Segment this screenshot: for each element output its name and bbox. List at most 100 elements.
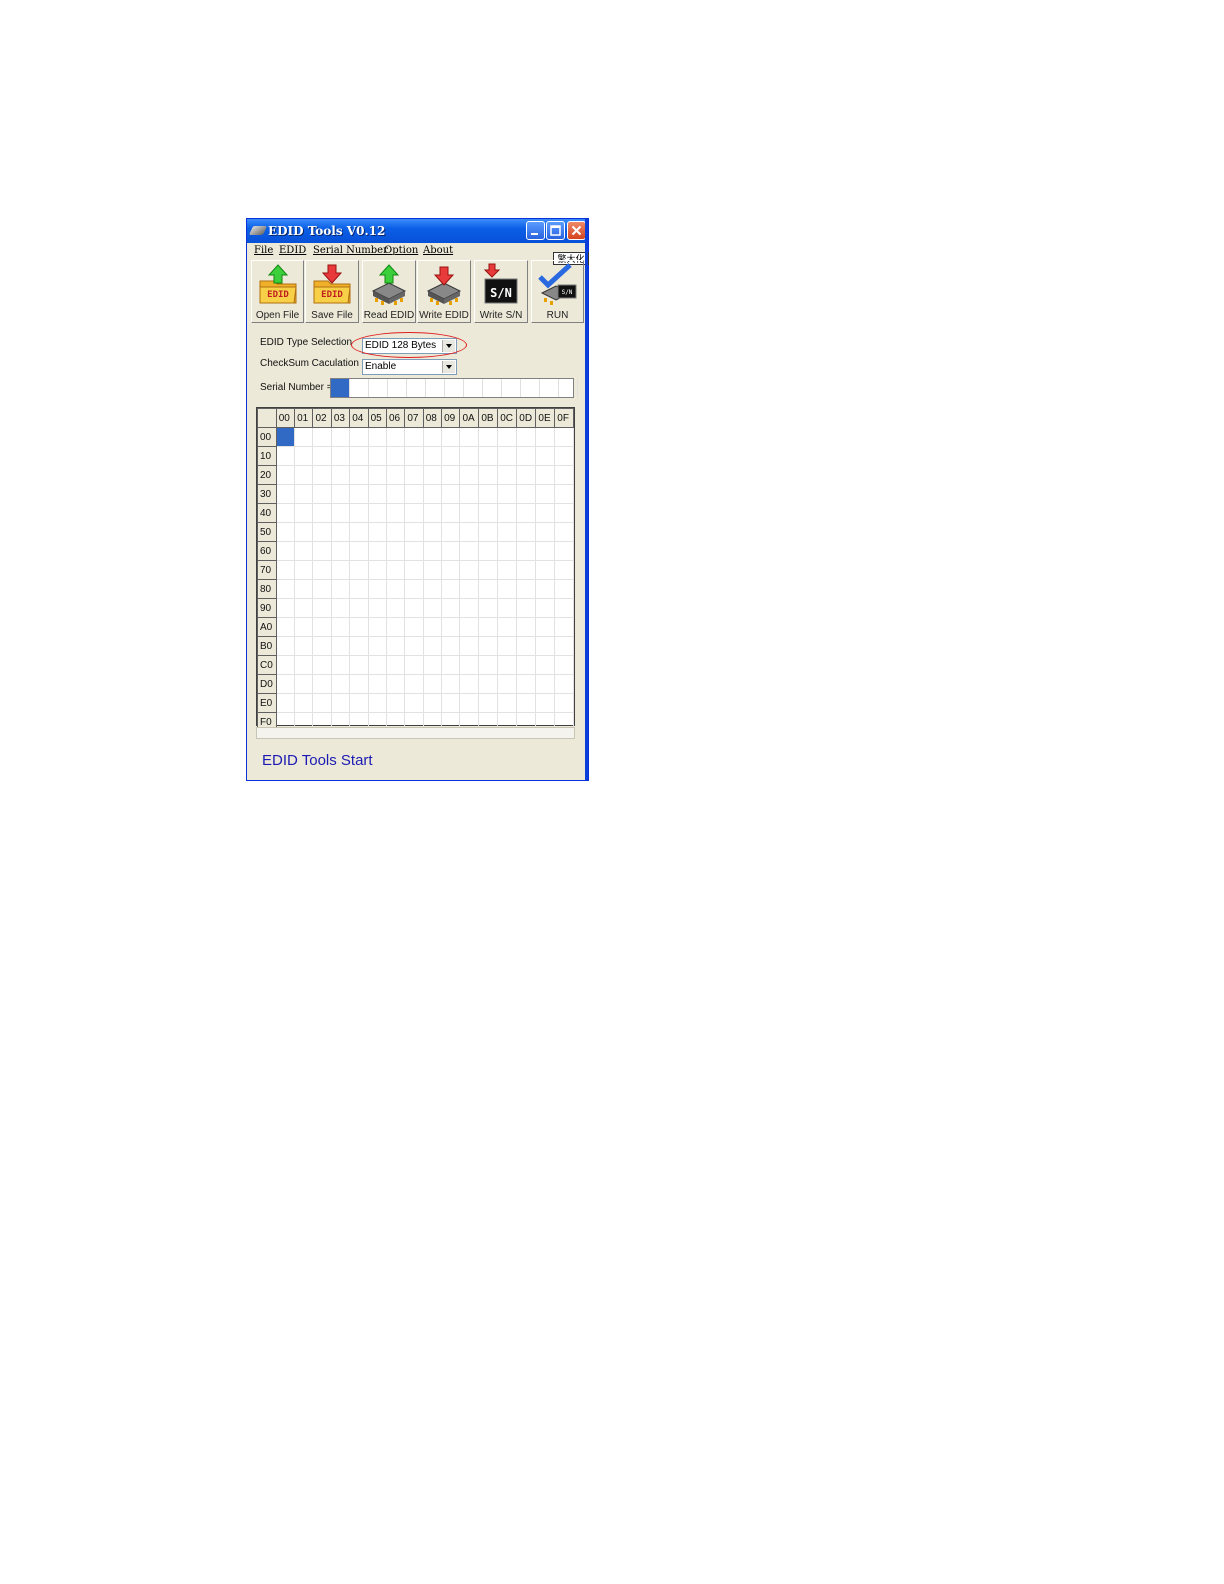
menu-option[interactable]: Option bbox=[384, 245, 418, 256]
save-file-button[interactable]: EDID Save File bbox=[305, 260, 359, 323]
hex-cell[interactable] bbox=[554, 484, 574, 504]
hex-cell[interactable] bbox=[535, 693, 556, 713]
close-button[interactable] bbox=[567, 221, 586, 240]
hex-cell[interactable] bbox=[459, 465, 480, 485]
hex-cell[interactable] bbox=[422, 636, 443, 656]
checksum-select[interactable]: Enable bbox=[362, 359, 457, 375]
hex-cell[interactable] bbox=[312, 484, 332, 504]
hex-cell[interactable] bbox=[404, 636, 424, 656]
serial-number-cell[interactable] bbox=[483, 379, 502, 397]
hex-cell[interactable] bbox=[312, 541, 332, 561]
hex-cell[interactable] bbox=[516, 484, 537, 504]
hex-cell[interactable] bbox=[554, 427, 574, 447]
hex-cell[interactable] bbox=[294, 617, 314, 637]
hex-cell[interactable] bbox=[367, 674, 387, 694]
hex-cell[interactable] bbox=[294, 560, 314, 580]
hex-cell[interactable] bbox=[478, 693, 499, 713]
hex-cell[interactable] bbox=[330, 446, 351, 466]
hex-cell[interactable] bbox=[497, 560, 518, 580]
hex-cell[interactable] bbox=[330, 655, 351, 675]
hex-cell[interactable] bbox=[275, 636, 296, 656]
hex-cell[interactable] bbox=[422, 560, 443, 580]
hex-cell[interactable] bbox=[385, 674, 406, 694]
hex-cell[interactable] bbox=[422, 541, 443, 561]
hex-cell[interactable] bbox=[349, 598, 369, 618]
hex-cell[interactable] bbox=[404, 674, 424, 694]
chevron-down-icon[interactable] bbox=[442, 361, 455, 373]
hex-cell[interactable] bbox=[497, 541, 518, 561]
hex-cell[interactable] bbox=[478, 598, 499, 618]
write-edid-button[interactable]: Write EDID bbox=[417, 260, 471, 323]
hex-cell[interactable] bbox=[535, 636, 556, 656]
hex-cell[interactable] bbox=[478, 465, 499, 485]
hex-cell[interactable] bbox=[275, 541, 296, 561]
hex-cell[interactable] bbox=[294, 541, 314, 561]
hex-cell[interactable] bbox=[497, 693, 518, 713]
hex-cell[interactable] bbox=[422, 674, 443, 694]
hex-cell[interactable] bbox=[404, 579, 424, 599]
hex-cell[interactable] bbox=[367, 636, 387, 656]
hex-cell[interactable] bbox=[349, 446, 369, 466]
hex-cell[interactable] bbox=[422, 655, 443, 675]
hex-cell[interactable] bbox=[459, 598, 480, 618]
hex-cell[interactable] bbox=[422, 693, 443, 713]
hex-cell[interactable] bbox=[516, 598, 537, 618]
hex-cell[interactable] bbox=[367, 541, 387, 561]
hex-cell[interactable] bbox=[349, 579, 369, 599]
hex-cell[interactable] bbox=[404, 541, 424, 561]
hex-cell[interactable] bbox=[404, 655, 424, 675]
hex-cell[interactable] bbox=[385, 503, 406, 523]
hex-cell[interactable] bbox=[459, 655, 480, 675]
hex-cell[interactable] bbox=[404, 446, 424, 466]
hex-cell[interactable] bbox=[497, 579, 518, 599]
hex-cell[interactable] bbox=[404, 465, 424, 485]
hex-cell[interactable] bbox=[385, 560, 406, 580]
hex-cell[interactable] bbox=[294, 446, 314, 466]
hex-cell[interactable] bbox=[554, 674, 574, 694]
serial-number-cell[interactable] bbox=[369, 379, 388, 397]
hex-cell[interactable] bbox=[497, 465, 518, 485]
hex-cell[interactable] bbox=[441, 598, 461, 618]
hex-cell[interactable] bbox=[516, 465, 537, 485]
hex-cell[interactable] bbox=[312, 465, 332, 485]
hex-cell[interactable] bbox=[275, 427, 296, 447]
hex-cell[interactable] bbox=[459, 617, 480, 637]
hex-cell[interactable] bbox=[535, 427, 556, 447]
hex-cell[interactable] bbox=[516, 617, 537, 637]
hex-cell[interactable] bbox=[535, 541, 556, 561]
hex-cell[interactable] bbox=[367, 522, 387, 542]
hex-cell[interactable] bbox=[275, 465, 296, 485]
edid-type-select[interactable]: EDID 128 Bytes bbox=[362, 338, 457, 354]
hex-cell[interactable] bbox=[330, 522, 351, 542]
hex-cell[interactable] bbox=[497, 446, 518, 466]
hex-cell[interactable] bbox=[367, 484, 387, 504]
hex-cell[interactable] bbox=[275, 579, 296, 599]
hex-cell[interactable] bbox=[275, 484, 296, 504]
hex-cell[interactable] bbox=[385, 522, 406, 542]
hex-cell[interactable] bbox=[312, 446, 332, 466]
hex-cell[interactable] bbox=[422, 617, 443, 637]
hex-cell[interactable] bbox=[294, 522, 314, 542]
hex-cell[interactable] bbox=[275, 446, 296, 466]
hex-cell[interactable] bbox=[312, 427, 332, 447]
hex-cell[interactable] bbox=[459, 674, 480, 694]
serial-number-grid[interactable] bbox=[330, 378, 578, 398]
hex-cell[interactable] bbox=[554, 560, 574, 580]
hex-cell[interactable] bbox=[497, 598, 518, 618]
hex-cell[interactable] bbox=[554, 617, 574, 637]
hex-cell[interactable] bbox=[312, 674, 332, 694]
hex-cell[interactable] bbox=[441, 579, 461, 599]
hex-cell[interactable] bbox=[459, 522, 480, 542]
hex-cell[interactable] bbox=[330, 579, 351, 599]
hex-cell[interactable] bbox=[422, 446, 443, 466]
hex-cell[interactable] bbox=[478, 541, 499, 561]
hex-cell[interactable] bbox=[422, 503, 443, 523]
hex-cell[interactable] bbox=[516, 427, 537, 447]
hex-cell[interactable] bbox=[367, 598, 387, 618]
hex-cell[interactable] bbox=[422, 484, 443, 504]
hex-cell[interactable] bbox=[330, 503, 351, 523]
hex-cell[interactable] bbox=[441, 636, 461, 656]
hex-cell[interactable] bbox=[294, 427, 314, 447]
hex-cell[interactable] bbox=[516, 503, 537, 523]
hex-cell[interactable] bbox=[478, 617, 499, 637]
